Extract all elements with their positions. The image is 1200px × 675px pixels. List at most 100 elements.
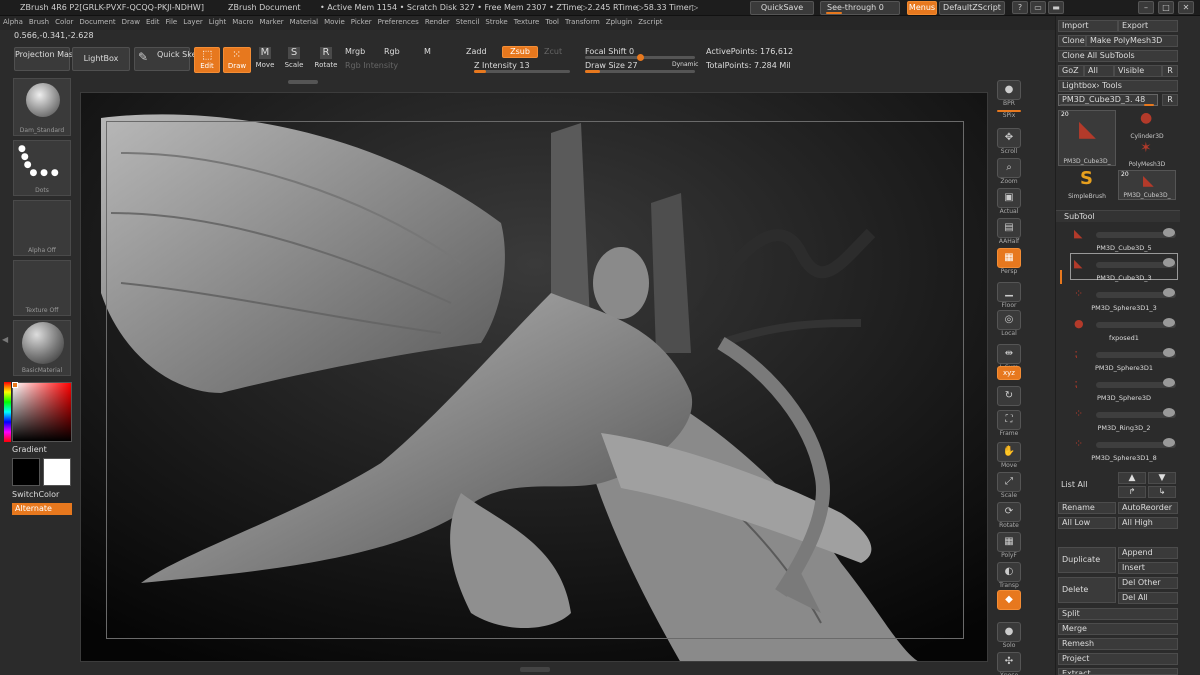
focal-shift-slider[interactable]	[585, 54, 695, 61]
lightbox-tools-button[interactable]: Lightbox› Tools	[1058, 80, 1178, 92]
append-button[interactable]: Append	[1118, 547, 1178, 559]
shelf-xyz-button[interactable]: xyz	[996, 366, 1022, 380]
move-mode-button[interactable]: M Move	[254, 47, 276, 73]
visibility-eye-icon[interactable]	[1163, 348, 1175, 357]
menu-material[interactable]: Material	[287, 16, 321, 26]
menu-color[interactable]: Color	[52, 16, 76, 26]
move-down-arrow-icon[interactable]: ▼	[1148, 472, 1176, 484]
goz-visible-button[interactable]: Visible	[1114, 65, 1162, 77]
main-color-swatch[interactable]	[12, 458, 40, 486]
remesh-menu[interactable]: Remesh	[1058, 638, 1178, 650]
focal-shift-knob[interactable]	[637, 54, 644, 61]
menu-layer[interactable]: Layer	[180, 16, 206, 26]
split-menu[interactable]: Split	[1058, 608, 1178, 620]
duplicate-button[interactable]: Duplicate	[1058, 547, 1116, 573]
list-all-button[interactable]: List All	[1058, 478, 1116, 494]
tool-thumb-cube-2[interactable]: 20 ◣ PM3D_Cube3D_	[1118, 170, 1176, 200]
goz-r-button[interactable]: R	[1162, 65, 1178, 77]
menu-transform[interactable]: Transform	[562, 16, 603, 26]
gradient-toggle[interactable]: Gradient	[12, 445, 47, 457]
scale-mode-button[interactable]: S Scale	[283, 47, 305, 73]
m-button[interactable]: M	[424, 47, 431, 56]
switch-color-button[interactable]: SwitchColor	[12, 490, 59, 502]
subtool-row[interactable]: ⁏ PM3D_Sphere3D1	[1068, 345, 1180, 375]
quick-sketch-button[interactable]: ✎ Quick Sketch	[134, 47, 209, 71]
menu-macro[interactable]: Macro	[229, 16, 256, 26]
subtool-row[interactable]: ⁘ PM3D_Sphere3D1_8	[1068, 435, 1180, 465]
shelf-polyf-button[interactable]: ▦ PolyF	[996, 532, 1022, 559]
layout-icon[interactable]: ▭	[1030, 1, 1046, 14]
stroke-slot[interactable]: ● ● ● ● ● ● Dots	[13, 140, 71, 196]
tool-thumb-cylinder[interactable]: ● Cylinder3D	[1118, 110, 1176, 140]
shelf-bpr-button[interactable]: ● BPR	[996, 80, 1022, 107]
toolbar-collapse-handle[interactable]	[288, 80, 318, 84]
tool-r-button[interactable]: R	[1162, 94, 1178, 106]
tool-thumb-simplebrush[interactable]: S SimpleBrush	[1058, 168, 1116, 200]
visibility-eye-icon[interactable]	[1163, 258, 1175, 267]
quicksave-button[interactable]: QuickSave	[750, 1, 814, 15]
menu-brush[interactable]: Brush	[26, 16, 52, 26]
rgb-button[interactable]: Rgb	[384, 47, 400, 56]
move-top-arrow-icon[interactable]: ↱	[1118, 486, 1146, 498]
visibility-eye-icon[interactable]	[1163, 438, 1175, 447]
visibility-eye-icon[interactable]	[1163, 318, 1175, 327]
subtool-row[interactable]: ⁘ PM3D_Sphere3D1_3	[1068, 285, 1180, 315]
subtool-row[interactable]: ⁏ PM3D_Sphere3D	[1068, 375, 1180, 405]
clone-all-subtools-button[interactable]: Clone All SubTools	[1058, 50, 1178, 62]
menu-preferences[interactable]: Preferences	[375, 16, 422, 26]
rgb-intensity-slider[interactable]: Rgb Intensity	[345, 61, 398, 70]
menu-document[interactable]: Document	[76, 16, 118, 26]
shelf-transp-button[interactable]: ◐ Transp	[996, 562, 1022, 589]
shelf-local-button[interactable]: ◎ Local	[996, 310, 1022, 337]
rename-button[interactable]: Rename	[1058, 502, 1116, 514]
menu-light[interactable]: Light	[206, 16, 229, 26]
shelf-solo-button[interactable]: ● Solo	[996, 622, 1022, 649]
visibility-eye-icon[interactable]	[1163, 228, 1175, 237]
insert-button[interactable]: Insert	[1118, 562, 1178, 574]
subtool-scroll-indicator[interactable]	[1060, 270, 1062, 284]
maximize-icon[interactable]: □	[1158, 1, 1174, 14]
shelf-scroll-button[interactable]: ✥ Scroll	[996, 128, 1022, 155]
edit-mode-button[interactable]: ⬚ Edit	[194, 47, 220, 73]
default-zscript-button[interactable]: DefaultZScript	[939, 1, 1005, 15]
menu-zplugin[interactable]: Zplugin	[603, 16, 635, 26]
hue-strip[interactable]	[4, 382, 11, 442]
tool-thumb-cube[interactable]: 20 ◣ PM3D_Cube3D_	[1058, 110, 1116, 166]
rotate-mode-button[interactable]: R Rotate	[313, 47, 339, 73]
menu-file[interactable]: File	[163, 16, 181, 26]
subtool-row[interactable]: ● fxposed1	[1068, 315, 1180, 345]
shelf-aahalf-button[interactable]: ▤ AAHalf	[996, 218, 1022, 245]
all-high-button[interactable]: All High	[1118, 517, 1178, 529]
layout-alt-icon[interactable]: ▬	[1048, 1, 1064, 14]
shelf-actual-button[interactable]: ▣ Actual	[996, 188, 1022, 215]
alpha-slot[interactable]: Alpha Off	[13, 200, 71, 256]
menu-stroke[interactable]: Stroke	[482, 16, 510, 26]
move-bottom-arrow-icon[interactable]: ↳	[1148, 486, 1176, 498]
goz-button[interactable]: GoZ	[1058, 65, 1084, 77]
draw-mode-button[interactable]: ⁙ Draw	[223, 47, 251, 73]
visibility-eye-icon[interactable]	[1163, 288, 1175, 297]
import-button[interactable]: Import	[1058, 20, 1118, 32]
shelf-floor-button[interactable]: ▁ Floor	[996, 282, 1022, 309]
shelf-spix-button[interactable]: SPix	[996, 110, 1022, 119]
shelf-frame-button[interactable]: ⛶ Frame	[996, 410, 1022, 437]
menu-movie[interactable]: Movie	[321, 16, 348, 26]
subtool-row[interactable]: ⁘ PM3D_Ring3D_2	[1068, 405, 1180, 435]
menu-draw[interactable]: Draw	[119, 16, 143, 26]
visibility-eye-icon[interactable]	[1163, 378, 1175, 387]
subtool-row[interactable]: ◣ PM3D_Cube3D_5	[1068, 225, 1180, 255]
shelf-ghost-button[interactable]: ◆	[996, 590, 1022, 610]
export-button[interactable]: Export	[1118, 20, 1178, 32]
alternate-button[interactable]: Alternate	[12, 503, 72, 515]
minimize-icon[interactable]: –	[1138, 1, 1154, 14]
shelf-move-button[interactable]: ✋ Move	[996, 442, 1022, 469]
shelf-zoom-button[interactable]: ⌕ Zoom	[996, 158, 1022, 185]
menu-render[interactable]: Render	[422, 16, 453, 26]
visibility-eye-icon[interactable]	[1163, 408, 1175, 417]
all-low-button[interactable]: All Low	[1058, 517, 1116, 529]
menu-picker[interactable]: Picker	[348, 16, 375, 26]
left-tray-arrow-icon[interactable]: ◀	[2, 335, 8, 351]
brush-slot[interactable]: Dam_Standard	[13, 78, 71, 136]
color-picker-marker[interactable]	[12, 382, 18, 388]
merge-menu[interactable]: Merge	[1058, 623, 1178, 635]
